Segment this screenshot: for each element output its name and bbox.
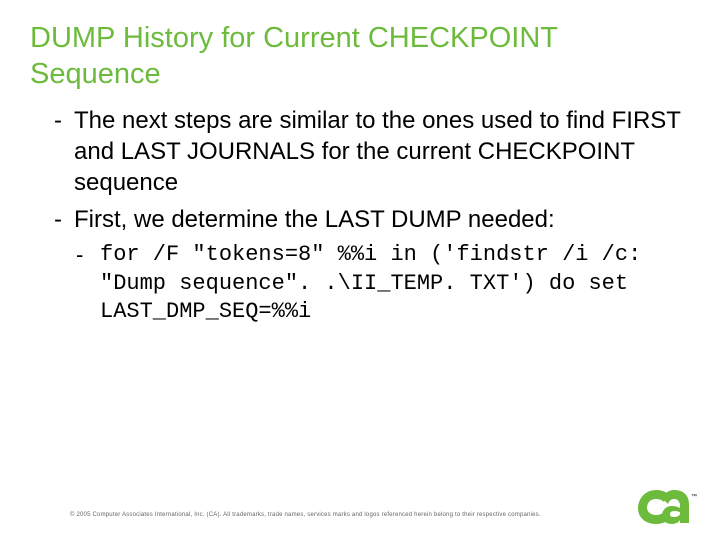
bullet-item: First, we determine the LAST DUMP needed… (30, 204, 690, 235)
svg-text:™: ™ (691, 493, 697, 500)
copyright-footer: © 2005 Computer Associates International… (70, 512, 541, 518)
slide-title: DUMP History for Current CHECKPOINT Sequ… (30, 20, 690, 93)
code-bullet: for /F "tokens=8" %%i in ('findstr /i /c… (30, 241, 690, 327)
ca-logo: ™ (638, 480, 698, 526)
bullet-item: The next steps are similar to the ones u… (30, 105, 690, 199)
